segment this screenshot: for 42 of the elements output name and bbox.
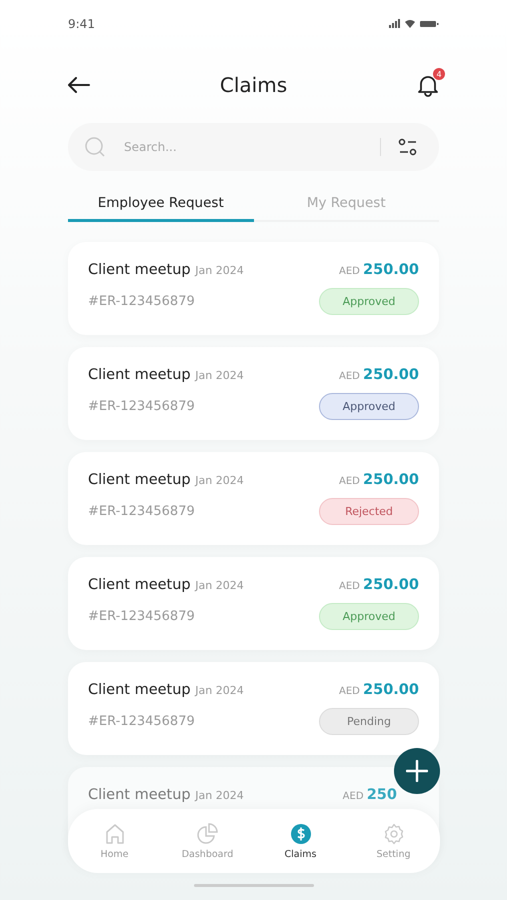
- plus-icon: [406, 760, 428, 782]
- claim-card[interactable]: Client meetup Jan 2024 AED 250.00 #ER-123456879 Rejected: [68, 452, 439, 545]
- claim-card[interactable]: Client meetup Jan 2024 AED 250.00 #ER-123456879 Approved: [68, 557, 439, 650]
- search-icon: [84, 136, 106, 158]
- claim-amount: AED 250.00: [338, 472, 419, 488]
- status-badge: Approved: [319, 603, 419, 630]
- claim-card[interactable]: Client meetup Jan 2024 AED 250.00 #ER-123456879 Approved: [68, 347, 439, 440]
- claim-title: Client meetup Jan 2024: [88, 577, 244, 593]
- claim-amount: AED 250.00: [338, 682, 419, 698]
- claim-title: Client meetup Jan 2024: [88, 682, 244, 698]
- claim-amount: AED 250.00: [338, 577, 419, 593]
- claim-id: #ER-123456879: [88, 609, 195, 624]
- claim-card[interactable]: Client meetup Jan 2024 AED 250.00 #ER-123456879 Approved: [68, 242, 439, 335]
- status-time: 9:41: [68, 17, 95, 31]
- status-badge: Approved: [319, 393, 419, 420]
- claim-card[interactable]: Client meetup Jan 2024 AED 250.00 #ER-123456879 Pending: [68, 662, 439, 755]
- claim-id: #ER-123456879: [88, 714, 195, 729]
- claim-title: Client meetup Jan 2024: [88, 367, 244, 383]
- claim-title: Client meetup Jan 2024: [88, 472, 244, 488]
- home-icon: [104, 822, 126, 844]
- claim-title: Client meetup Jan 2024: [88, 787, 244, 803]
- claim-id: #ER-123456879: [88, 294, 195, 309]
- nav-item[interactable]: Claims: [254, 822, 347, 860]
- dollar-icon: [290, 822, 312, 844]
- status-badge: Pending: [319, 708, 419, 735]
- filter-icon[interactable]: [397, 136, 419, 158]
- pie-chart-icon: [196, 822, 218, 844]
- claim-amount: AED 250.00: [338, 262, 419, 278]
- tab[interactable]: Employee Request: [68, 191, 254, 222]
- claim-amount: AED 250: [342, 787, 397, 803]
- back-arrow-icon[interactable]: [68, 77, 90, 93]
- claim-id: #ER-123456879: [88, 399, 195, 414]
- page-title: Claims: [220, 73, 288, 97]
- status-icons: [389, 19, 439, 29]
- notification-badge: 4: [433, 68, 445, 80]
- search-field[interactable]: Search...: [122, 139, 364, 155]
- claim-id: #ER-123456879: [88, 504, 195, 519]
- gear-icon: [382, 822, 404, 844]
- status-badge: Rejected: [319, 498, 419, 525]
- claim-title: Client meetup Jan 2024: [88, 262, 244, 278]
- status-badge: Approved: [319, 288, 419, 315]
- claim-amount: AED 250.00: [338, 367, 419, 383]
